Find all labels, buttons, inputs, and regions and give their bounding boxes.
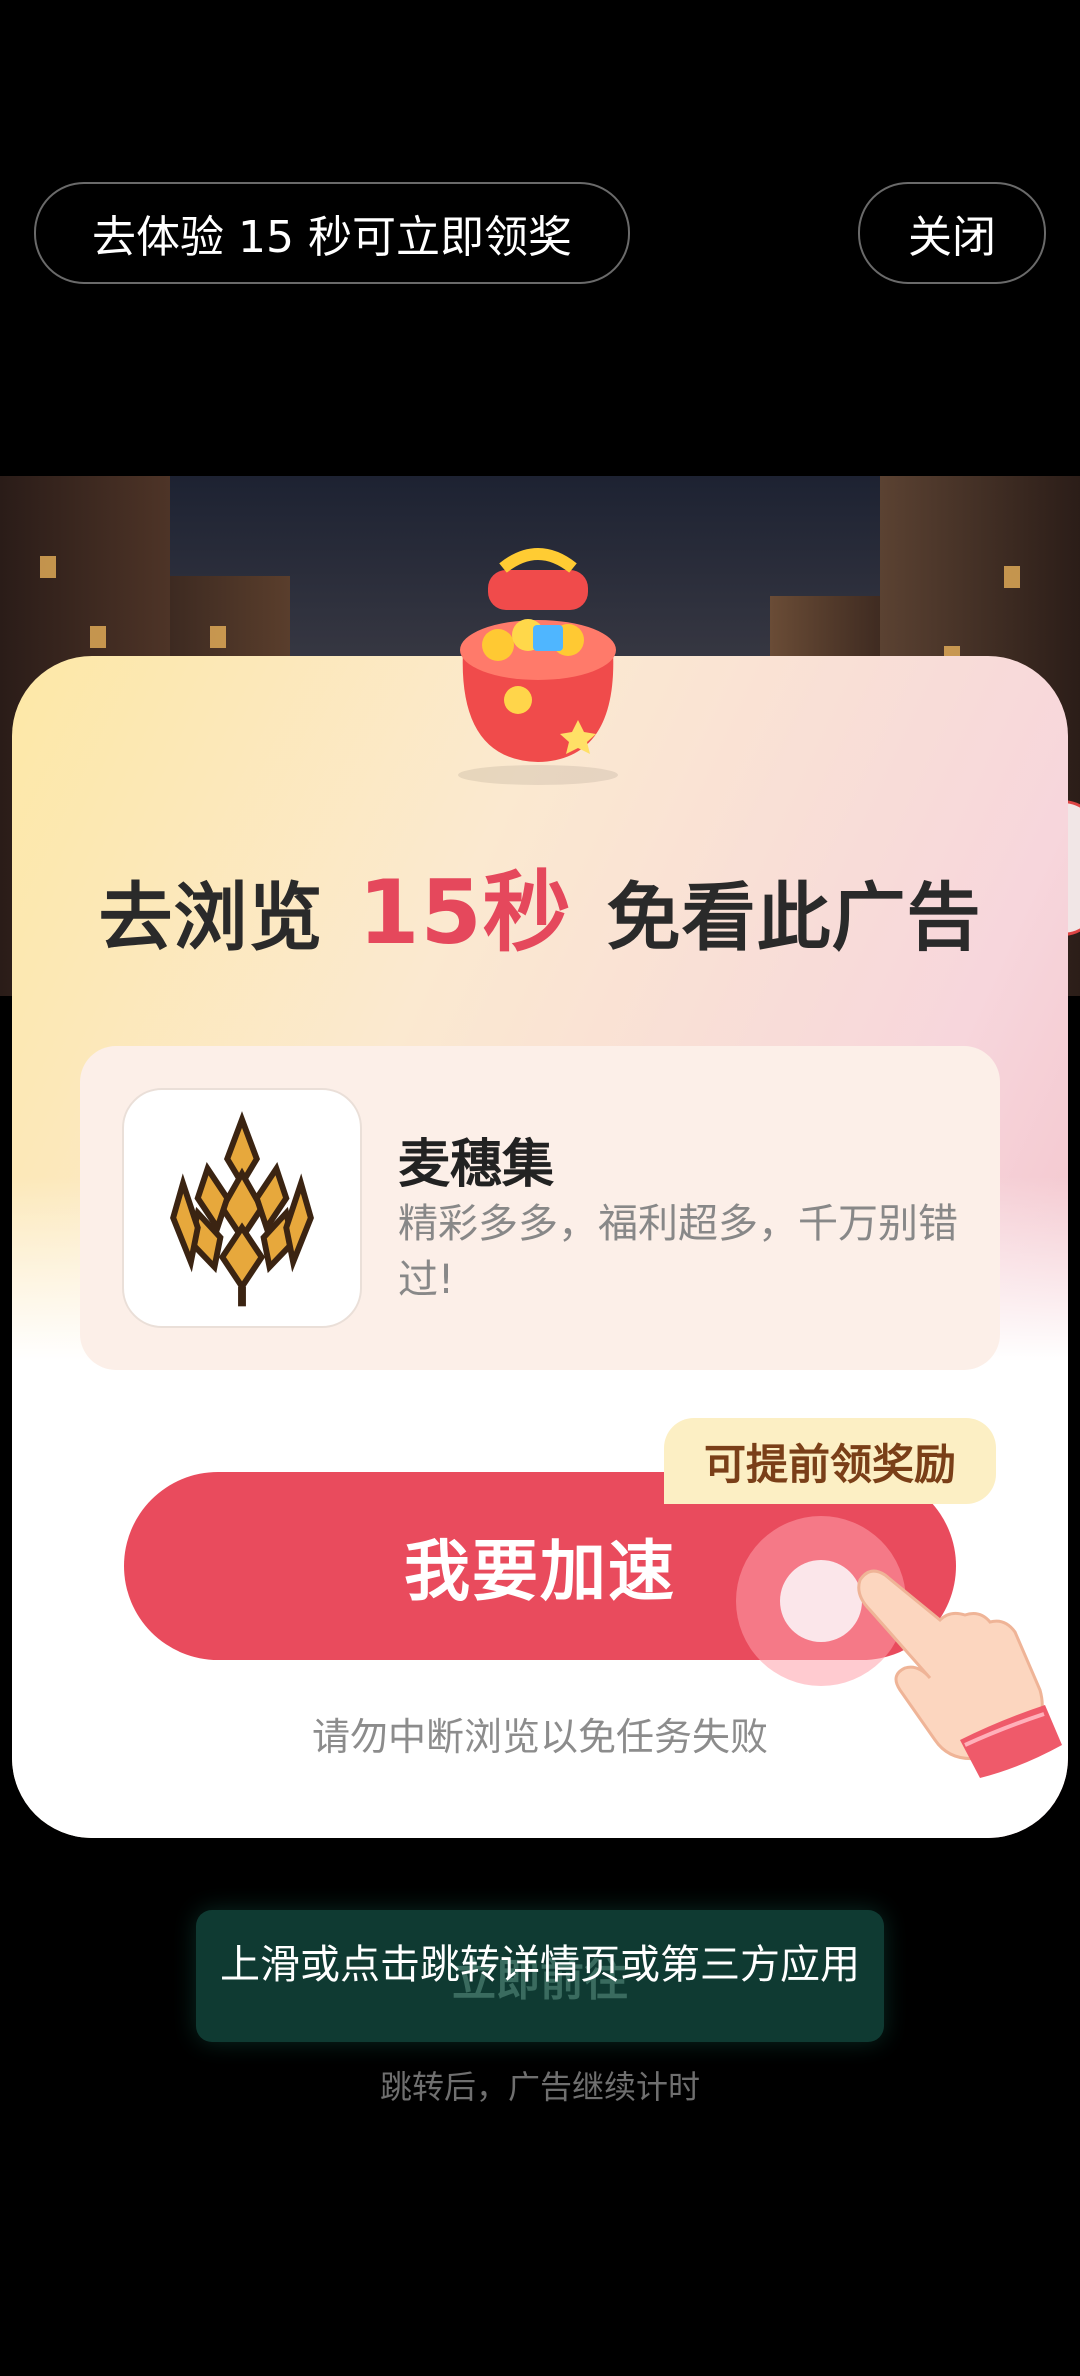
trial-reward-button[interactable]: 去体验 15 秒可立即领奖 [34,182,630,284]
after-jump-note: 跳转后，广告继续计时 [379,2068,700,2106]
top-bar: 去体验 15 秒可立即领奖 关闭 [0,0,1080,300]
app-name: 麦穗集 [398,1135,555,1195]
go-now-button[interactable]: 立即前往 上滑或点击跳转详情页或第三方应用 [196,1910,884,2042]
headline-prefix: 去浏览 [98,875,324,961]
close-button[interactable]: 关闭 [858,182,1046,284]
wheat-icon [170,1111,314,1307]
app-description: 精彩多多，福利超多，千万别错过! [398,1201,958,1303]
early-reward-badge: 可提前领奖励 [664,1418,996,1504]
trial-reward-label: 去体验 15 秒可立即领奖 [92,212,572,263]
speed-up-label: 我要加速 [404,1533,676,1610]
close-label: 关闭 [908,212,996,263]
warning-text: 请勿中断浏览以免任务失败 [311,1715,768,1759]
headline-suffix: 免看此广告 [606,875,982,961]
app-icon[interactable] [122,1088,362,1328]
swipe-hint-text: 上滑或点击跳转详情页或第三方应用 [220,1942,860,1988]
treasure-jar-icon [458,548,618,785]
headline: 去浏览 15秒 免看此广告 [0,842,1080,969]
headline-highlight: 15秒 [350,861,579,964]
